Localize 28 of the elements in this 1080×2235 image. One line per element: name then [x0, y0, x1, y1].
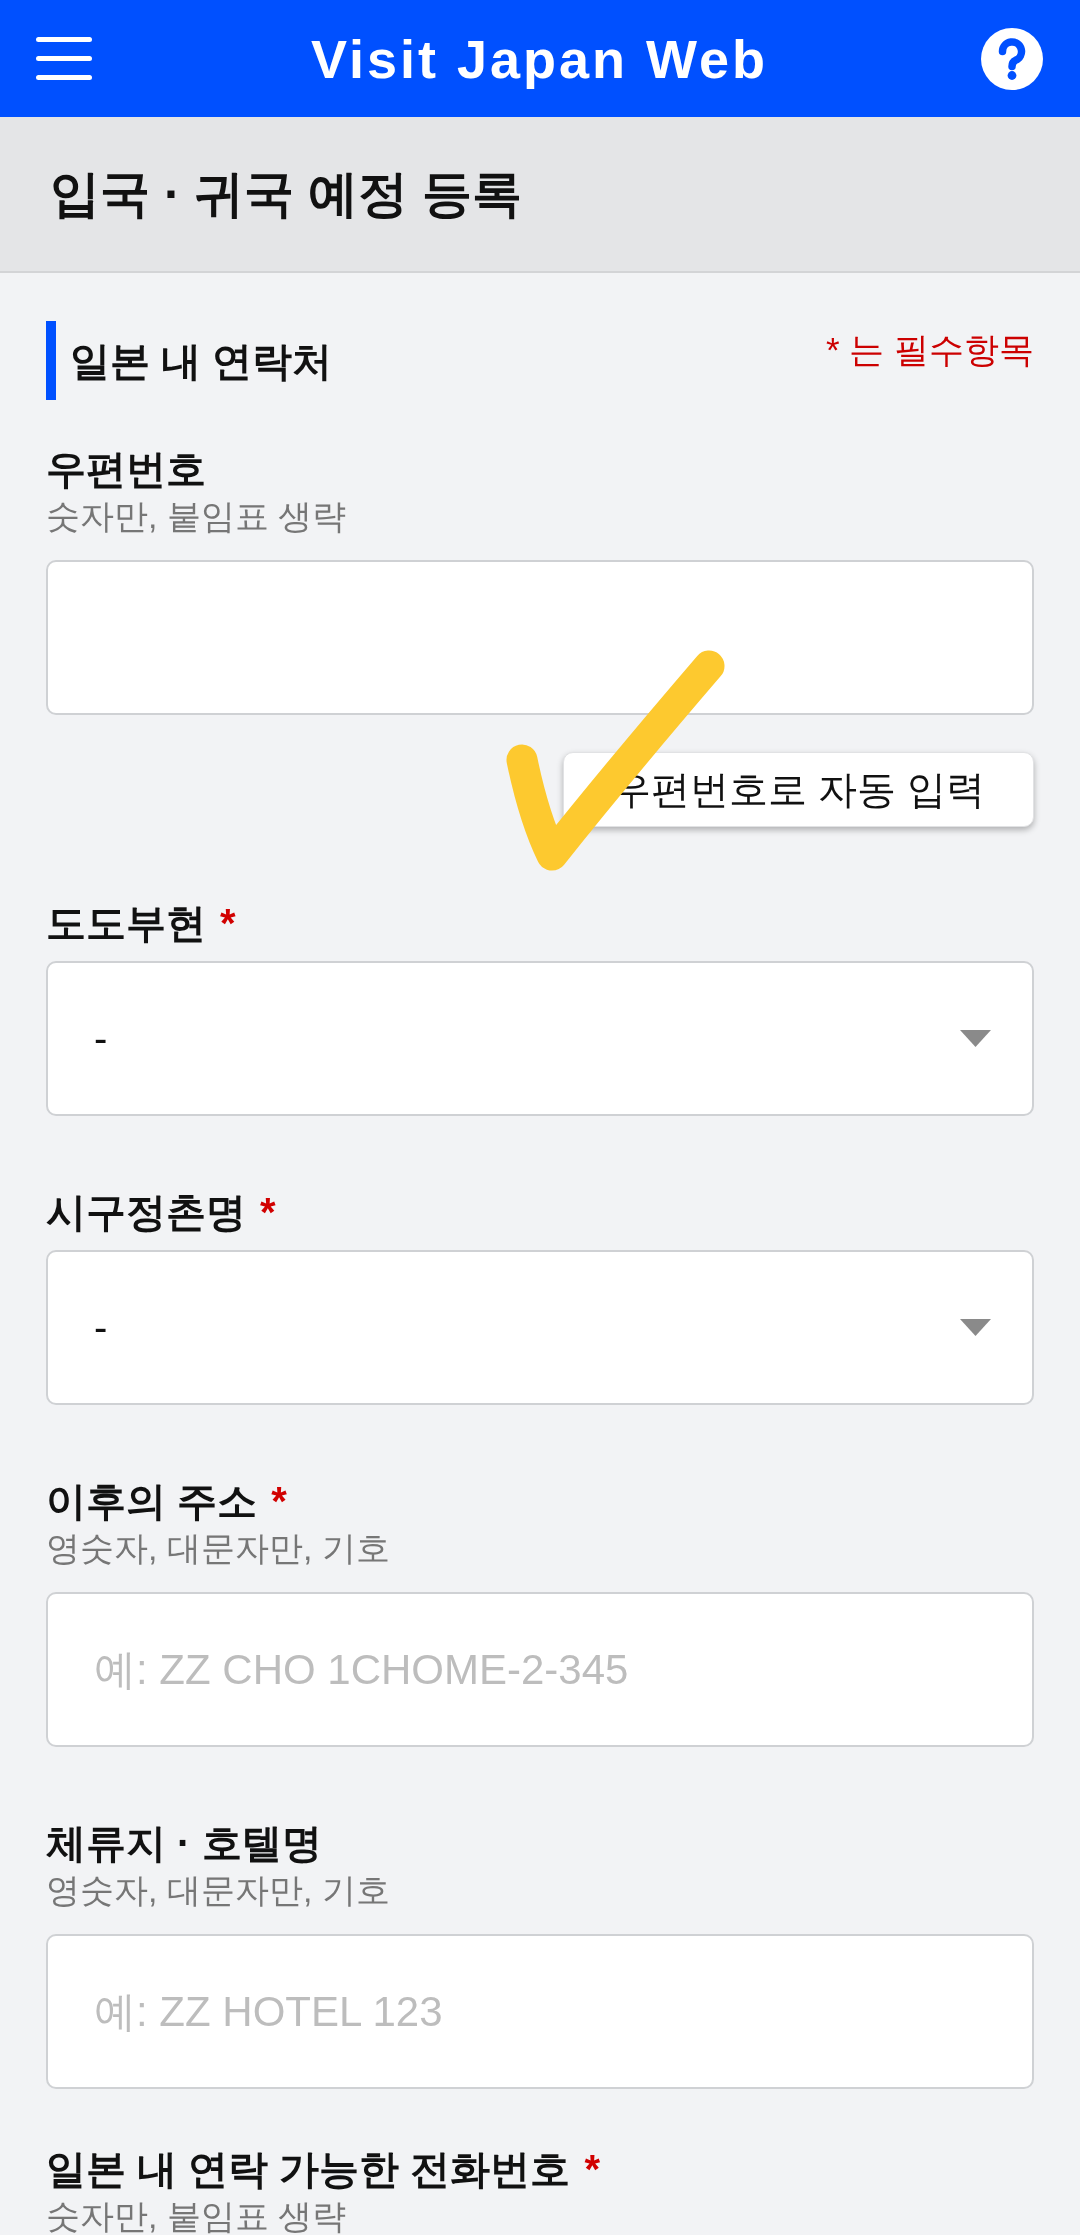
section-title: 일본 내 연락처: [70, 337, 333, 385]
required-mark: *: [220, 900, 236, 947]
field-hint: 숫자만, 붙임표 생략: [46, 2199, 348, 2233]
field-label: 이후의 주소: [46, 1478, 258, 1525]
dropdown-field[interactable]: -: [46, 961, 1034, 1116]
required-note: * 는 필수항목: [825, 329, 1034, 371]
required-mark: *: [584, 2146, 601, 2193]
page-title: 입국 · 귀국 예정 등록: [50, 165, 523, 224]
menu-button[interactable]: [36, 37, 92, 80]
field-hint: 영숫자, 대문자만, 기호: [46, 1873, 391, 1907]
text-field[interactable]: 예: ZZ HOTEL 123: [46, 1934, 1034, 2089]
field-label: 도도부현: [46, 900, 206, 947]
text-field[interactable]: [46, 560, 1034, 715]
required-mark: *: [271, 1478, 287, 1525]
caret-icon: [960, 1319, 991, 1336]
field-label: 일본 내 연락 가능한 전화번호: [46, 2146, 571, 2193]
field-hint: 숫자만, 붙임표 생략: [46, 499, 348, 533]
field-label: 우편번호: [46, 446, 206, 493]
field-hint: 영숫자, 대문자만, 기호: [46, 1531, 391, 1565]
caret-icon: [960, 1030, 991, 1047]
help-button[interactable]: [981, 27, 1043, 90]
text-field[interactable]: 예: ZZ CHO 1CHOME-2-345: [46, 1592, 1034, 1747]
required-mark: *: [260, 1189, 276, 1236]
field-label: 체류지 · 호텔명: [46, 1820, 322, 1867]
field-label: 시구정촌명: [46, 1189, 246, 1236]
dropdown-field[interactable]: -: [46, 1250, 1034, 1405]
menu-icon: [36, 37, 92, 80]
help-icon: [981, 27, 1043, 90]
